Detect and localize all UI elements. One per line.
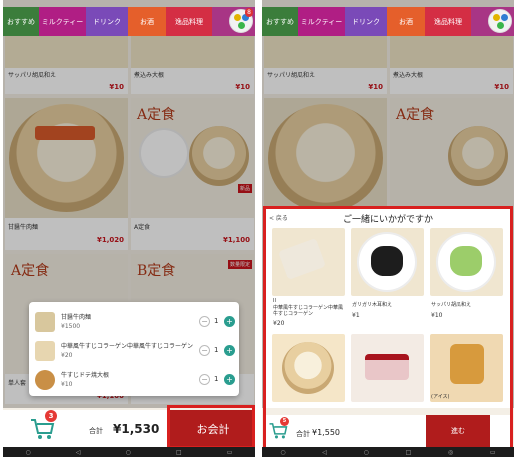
cart-item-price: ¥20	[61, 352, 73, 359]
item-thumbnail	[35, 370, 55, 390]
cart-row: 牛すじドテ焼大根 ¥10 − 1 +	[35, 368, 235, 394]
cart-item-name: 甘醤牛肉麺	[61, 314, 92, 321]
next-button[interactable]: 進む	[426, 415, 490, 447]
cart-count-badge: 3	[45, 410, 57, 422]
menu-screen-left: おすすめ ミルクティー ドリンク お酒 逸品料理 主 8 サッパリ胡瓜和え ¥1…	[3, 0, 255, 457]
circle-icon[interactable]: ○	[26, 449, 31, 456]
highlight-frame	[167, 405, 255, 449]
cart-row: 甘醤牛肉麺 ¥1500 − 1 +	[35, 310, 235, 336]
item-thumbnail	[35, 312, 55, 332]
camera-icon[interactable]: ◎	[448, 449, 453, 456]
cart-popup: 甘醤牛肉麺 ¥1500 − 1 + 中華風牛すじコラーゲン中華風牛すじコラーゲン…	[29, 302, 239, 396]
system-navbar: ○ ◁ ○ □ ▭	[3, 447, 255, 457]
back-icon[interactable]: ◁	[322, 449, 327, 456]
increase-button[interactable]: +	[224, 345, 235, 356]
cart-count-badge: 5	[280, 417, 289, 426]
quantity: 1	[214, 375, 219, 383]
screen-icon[interactable]: ▭	[227, 449, 233, 456]
tab-milk-tea[interactable]: ミルクティー	[298, 7, 345, 36]
category-tabs: おすすめ ミルクティー ドリンク お酒 逸品料理 主 8	[3, 7, 255, 36]
tab-alcohol[interactable]: お酒	[387, 7, 425, 36]
recent-icon[interactable]: □	[406, 449, 412, 456]
home-icon[interactable]: ○	[364, 449, 369, 456]
tab-alcohol[interactable]: お酒	[128, 7, 166, 36]
screen-icon[interactable]: ▭	[490, 449, 496, 456]
tab-milk-tea[interactable]: ミルクティー	[39, 7, 86, 36]
item-thumbnail	[35, 341, 55, 361]
decrease-button[interactable]: −	[199, 316, 210, 327]
cart-item-name: 中華風牛すじコラーゲン中華風牛すじコラーゲン	[61, 343, 194, 350]
decrease-button[interactable]: −	[199, 374, 210, 385]
tab-drink[interactable]: ドリンク	[86, 7, 128, 36]
tab-recommended[interactable]: おすすめ	[262, 7, 298, 36]
tab-drink[interactable]: ドリンク	[345, 7, 387, 36]
category-menu-icon[interactable]	[488, 9, 512, 33]
decrease-button[interactable]: −	[199, 345, 210, 356]
menu-screen-right: おすすめ ミルクティー ドリンク お酒 逸品料理 主 サッパリ胡瓜和え ¥10 …	[262, 0, 514, 457]
checkout-bar: 5 合計 ¥1,550 進む	[266, 415, 510, 447]
cart-item-price: ¥1500	[61, 323, 81, 330]
system-navbar: ○ ◁ ○ □ ◎ ▭	[262, 447, 514, 457]
total-label: 合計	[296, 430, 310, 438]
back-icon[interactable]: ◁	[76, 449, 81, 456]
tab-dishes[interactable]: 逸品料理	[425, 7, 471, 36]
total-amount: ¥1,550	[312, 428, 340, 437]
category-menu-icon[interactable]: 8	[229, 8, 253, 33]
cart-row: 中華風牛すじコラーゲン中華風牛すじコラーゲン ¥20 − 1 +	[35, 339, 235, 365]
circle-icon[interactable]: ○	[280, 449, 285, 456]
quantity: 1	[214, 317, 219, 325]
cart-item-name: 牛すじドテ焼大根	[61, 372, 110, 379]
highlight-frame	[263, 206, 513, 450]
quantity: 1	[214, 346, 219, 354]
category-tabs: おすすめ ミルクティー ドリンク お酒 逸品料理 主	[262, 7, 514, 36]
tab-dishes[interactable]: 逸品料理	[166, 7, 212, 36]
cart-item-price: ¥10	[61, 381, 73, 388]
increase-button[interactable]: +	[224, 316, 235, 327]
tab-badge: 8	[245, 8, 253, 17]
increase-button[interactable]: +	[224, 374, 235, 385]
total-amount: ¥1,530	[113, 422, 160, 436]
recent-icon[interactable]: □	[176, 449, 182, 456]
tab-recommended[interactable]: おすすめ	[3, 7, 39, 36]
total-label: 合計	[89, 427, 103, 435]
home-icon[interactable]: ○	[126, 449, 131, 456]
